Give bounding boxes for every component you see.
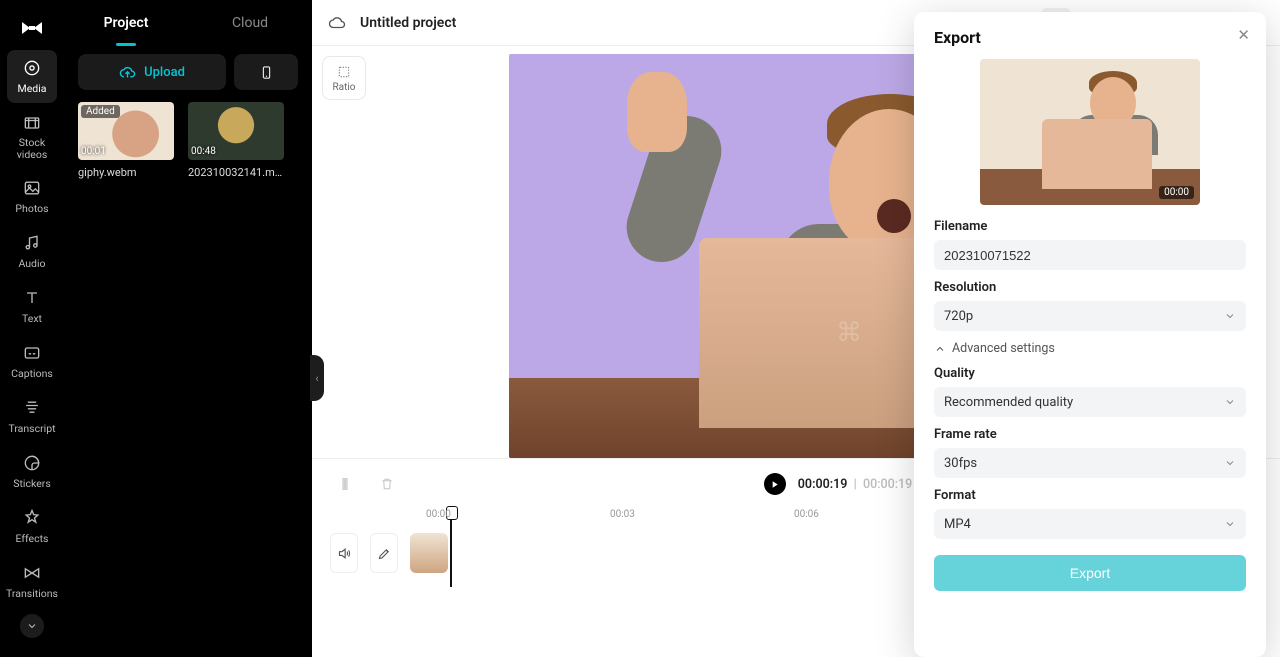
close-button[interactable]: ✕ <box>1237 26 1250 44</box>
rail-item-stickers[interactable]: Stickers <box>7 445 57 498</box>
rail-more-button[interactable] <box>20 614 44 638</box>
select-value: 720p <box>944 309 973 324</box>
annotation-arrow <box>914 504 924 562</box>
rail-label: Text <box>22 312 42 325</box>
upload-label: Upload <box>144 65 185 80</box>
tab-cloud[interactable]: Cloud <box>188 0 312 46</box>
timeline-clip[interactable] <box>410 533 448 573</box>
chevron-down-icon <box>1224 310 1236 322</box>
rail-item-transcript[interactable]: Transcript <box>7 390 57 443</box>
preview-duration: 00:00 <box>1159 186 1194 199</box>
rail-label: Transitions <box>6 587 58 600</box>
filename-label: Filename <box>934 219 1246 234</box>
left-rail: Media Stock videos Photos Audio Text Cap… <box>0 0 64 657</box>
clip-name: giphy.webm <box>78 166 174 179</box>
export-button[interactable]: Export <box>934 555 1246 591</box>
phone-icon <box>259 65 274 80</box>
advanced-label: Advanced settings <box>952 341 1055 356</box>
rail-item-media[interactable]: Media <box>7 50 57 103</box>
rail-item-captions[interactable]: Captions <box>7 335 57 388</box>
chevron-up-icon <box>934 343 946 355</box>
ratio-button[interactable]: Ratio <box>322 56 366 100</box>
collapse-panel-handle[interactable]: ‹ <box>310 355 324 401</box>
resolution-label: Resolution <box>934 280 1246 295</box>
ruler-tick: 00:03 <box>610 509 635 520</box>
ratio-icon <box>336 64 352 80</box>
tab-project[interactable]: Project <box>64 0 188 46</box>
framerate-label: Frame rate <box>934 427 1246 442</box>
clip-name: 202310032141.mp4 <box>188 166 284 179</box>
upload-button[interactable]: Upload <box>78 54 226 90</box>
project-title[interactable]: Untitled project <box>360 15 456 31</box>
rail-item-transitions[interactable]: Transitions <box>7 555 57 608</box>
select-value: Recommended quality <box>944 395 1073 410</box>
chevron-down-icon <box>1224 518 1236 530</box>
format-select[interactable]: MP4 <box>934 509 1246 539</box>
rail-item-audio[interactable]: Audio <box>7 225 57 278</box>
tab-label: Cloud <box>232 15 268 31</box>
rail-label: Stickers <box>13 477 50 490</box>
rail-item-stock[interactable]: Stock videos <box>7 105 57 168</box>
select-value: 30fps <box>944 456 977 471</box>
quality-select[interactable]: Recommended quality <box>934 387 1246 417</box>
clip-duration: 00:48 <box>191 146 216 157</box>
rail-label: Photos <box>15 202 48 215</box>
export-preview: 00:00 <box>980 59 1200 205</box>
format-label: Format <box>934 488 1246 503</box>
rail-item-text[interactable]: Text <box>7 280 57 333</box>
rail-label: Captions <box>11 367 53 380</box>
ruler-tick: 00:00 <box>426 509 451 520</box>
mute-track-button[interactable] <box>330 533 358 573</box>
cloud-upload-icon <box>119 64 136 81</box>
export-button-label: Export <box>1070 565 1110 581</box>
app-logo <box>16 12 48 44</box>
split-button[interactable] <box>330 469 360 499</box>
quality-label: Quality <box>934 366 1246 381</box>
tab-label: Project <box>104 15 149 31</box>
rail-label: Audio <box>18 257 45 270</box>
rail-label: Media <box>18 82 47 95</box>
rail-label: Effects <box>16 532 49 545</box>
media-panel: Project Cloud Upload Added 00:01 giphy.w… <box>64 0 312 657</box>
advanced-settings-toggle[interactable]: Advanced settings <box>934 341 1246 356</box>
rail-label: Transcript <box>8 422 55 435</box>
cloud-icon <box>328 14 346 32</box>
select-value: MP4 <box>944 517 971 532</box>
ruler-tick: 00:06 <box>794 509 819 520</box>
media-clip[interactable]: Added 00:01 giphy.webm <box>78 102 174 179</box>
main-area: ‹ Untitled project 100% Ratio <box>312 0 1280 657</box>
playhead[interactable] <box>450 509 452 587</box>
delete-button[interactable] <box>372 469 402 499</box>
export-panel: Export ✕ 00:00 Filename Resolution 720p … <box>914 12 1266 657</box>
clip-duration: 00:01 <box>81 146 106 157</box>
edit-track-button[interactable] <box>370 533 398 573</box>
play-button[interactable] <box>764 473 786 495</box>
phone-upload-button[interactable] <box>234 54 298 90</box>
timecode: 00:00:19 | 00:00:19 <box>798 477 912 492</box>
media-clip[interactable]: 00:48 202310032141.mp4 <box>188 102 284 179</box>
rail-item-photos[interactable]: Photos <box>7 170 57 223</box>
chevron-down-icon <box>1224 457 1236 469</box>
chevron-down-icon <box>1224 396 1236 408</box>
ratio-label: Ratio <box>332 82 355 93</box>
framerate-select[interactable]: 30fps <box>934 448 1246 478</box>
rail-label: Stock videos <box>17 137 48 160</box>
export-title: Export <box>934 28 1246 47</box>
added-badge: Added <box>81 105 120 118</box>
resolution-select[interactable]: 720p <box>934 301 1246 331</box>
rail-item-effects[interactable]: Effects <box>7 500 57 553</box>
filename-input[interactable] <box>934 240 1246 270</box>
